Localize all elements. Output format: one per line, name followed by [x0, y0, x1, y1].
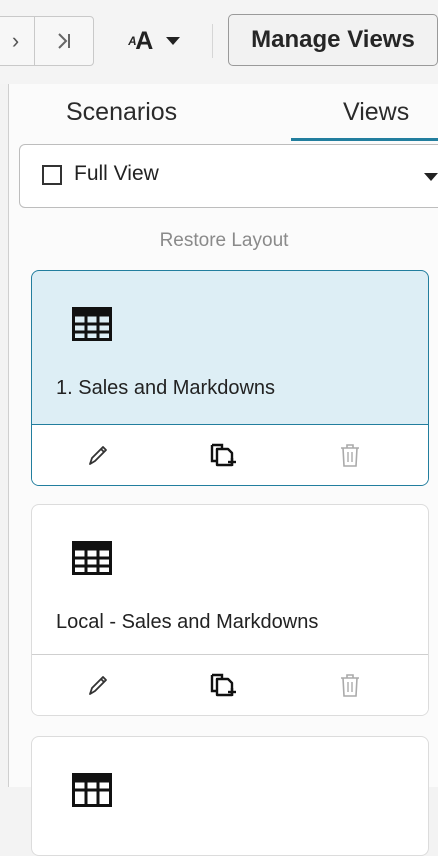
pencil-icon[interactable]: [82, 439, 114, 471]
table-icon: [72, 541, 112, 575]
tab-views[interactable]: Views: [343, 98, 409, 127]
table-icon: [72, 307, 112, 341]
next-page-button[interactable]: ›: [0, 16, 34, 66]
duplicate-icon[interactable]: [206, 669, 238, 701]
view-card-actions: [32, 424, 428, 485]
toolbar: › ᴬA Manage Views: [0, 0, 438, 84]
last-page-button[interactable]: [34, 16, 94, 66]
trash-icon[interactable]: [334, 439, 366, 471]
font-size-icon: ᴬA: [127, 26, 154, 55]
active-tab-indicator: [291, 138, 438, 141]
view-checkbox[interactable]: [42, 165, 62, 185]
table-icon: [72, 773, 112, 807]
pencil-icon[interactable]: [82, 669, 114, 701]
view-selector-value: Full View: [74, 162, 159, 185]
chevron-right-icon: ›: [11, 28, 20, 53]
toolbar-divider: [212, 24, 213, 58]
view-card-actions: [32, 654, 428, 715]
font-size-menu-button[interactable]: ᴬA: [108, 16, 200, 66]
view-card[interactable]: Local - Sales and Markdowns: [31, 504, 429, 716]
tab-bar: Scenarios Views: [9, 84, 438, 142]
chevron-last-icon: [58, 33, 70, 49]
duplicate-icon[interactable]: [206, 439, 238, 471]
view-card-title: 1. Sales and Markdowns: [56, 377, 276, 399]
view-card-title: Local - Sales and Markdowns: [56, 611, 319, 633]
trash-icon[interactable]: [334, 669, 366, 701]
view-card[interactable]: [31, 736, 429, 856]
restore-layout-link[interactable]: Restore Layout: [9, 230, 438, 252]
view-selector-dropdown[interactable]: Full View: [19, 144, 438, 208]
tab-scenarios[interactable]: Scenarios: [66, 98, 177, 127]
caret-down-icon: [166, 37, 181, 45]
view-card[interactable]: 1. Sales and Markdowns: [31, 270, 429, 486]
manage-views-button[interactable]: Manage Views: [228, 14, 438, 66]
caret-down-icon: [424, 173, 438, 181]
views-panel: Scenarios Views Full View Restore Layout…: [8, 84, 438, 856]
